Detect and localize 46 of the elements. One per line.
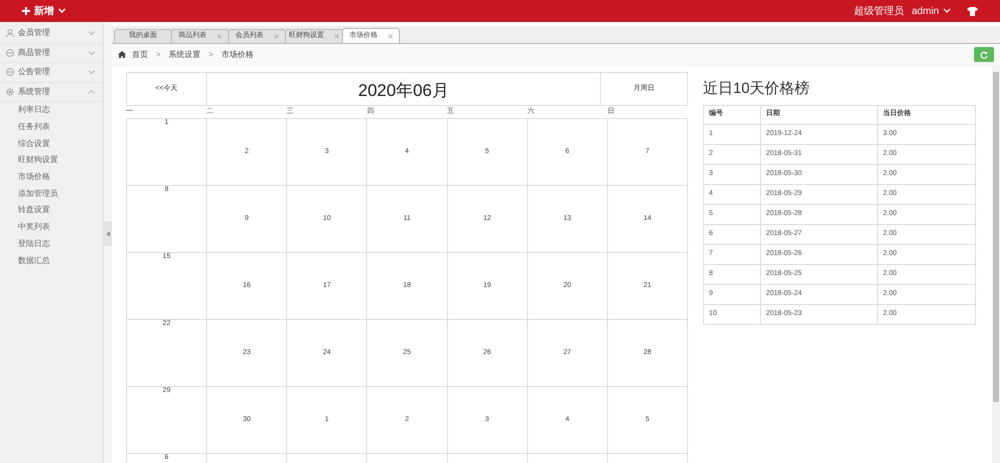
chevron-up-icon <box>88 90 95 94</box>
sidebar-submenu-item[interactable]: 转盘设置 <box>0 202 103 219</box>
sidebar-submenu-item[interactable]: 中奖列表 <box>0 218 103 236</box>
sidebar-menu-item[interactable]: 商品管理 <box>0 44 103 63</box>
sidebar-submenu-item[interactable]: 旺财狗设置 <box>0 152 103 169</box>
close-icon[interactable] <box>388 34 392 38</box>
gear-icon <box>6 88 14 96</box>
refresh-button[interactable] <box>974 47 994 62</box>
sidebar-menu-item[interactable]: 公告管理 <box>0 63 103 82</box>
sidebar-submenu-item[interactable]: 利率日志 <box>0 102 103 119</box>
user-icon <box>6 29 14 38</box>
breadcrumb-separator: > <box>155 48 162 60</box>
caret-left-icon <box>106 230 110 236</box>
add-menu-button[interactable]: 新增 <box>22 4 66 18</box>
chevron-down-icon <box>88 31 95 36</box>
close-icon[interactable] <box>216 34 222 39</box>
circle-minus-icon <box>6 68 14 76</box>
breadcrumb-link[interactable]: 市场价格 <box>221 48 254 60</box>
close-icon[interactable] <box>274 34 278 39</box>
circle-minus-icon <box>6 48 14 57</box>
sidebar-menu-item[interactable]: 会员管理 <box>0 24 103 44</box>
plus-icon <box>22 7 30 15</box>
chevron-down-icon <box>88 70 95 74</box>
sidebar-submenu-item[interactable]: 添加管理员 <box>0 185 103 202</box>
collapse-handle[interactable] <box>104 221 112 246</box>
breadcrumb-link[interactable]: 首页 <box>132 48 148 60</box>
sidebar-menu-item[interactable]: 系统管理 <box>0 82 103 102</box>
breadcrumb-separator: > <box>208 48 214 60</box>
sidebar-submenu-item[interactable]: 登陆日志 <box>0 236 103 252</box>
chevron-down-icon <box>943 8 951 14</box>
breadcrumb-link[interactable]: 系统设置 <box>168 48 201 60</box>
sidebar-submenu-item[interactable]: 数据汇总 <box>0 252 103 269</box>
refresh-icon <box>980 50 988 58</box>
scrollbar[interactable] <box>992 66 1000 463</box>
home-icon <box>118 51 126 58</box>
chevron-down-icon <box>58 8 66 14</box>
calendar-title: 2020年06月 <box>357 80 450 102</box>
ranking-title: 近日10天价格榜 <box>703 79 811 99</box>
sidebar-submenu-item[interactable]: 任务列表 <box>0 118 103 136</box>
sidebar-submenu-item[interactable]: 综合设置 <box>0 135 103 152</box>
close-icon[interactable] <box>334 34 339 39</box>
user-role: 超级管理员 <box>854 4 904 18</box>
chevron-down-icon <box>88 50 95 55</box>
sidebar-submenu-item[interactable]: 市场价格 <box>0 168 103 186</box>
user-menu-button[interactable]: admin <box>912 4 951 18</box>
shirt-icon[interactable] <box>967 6 978 16</box>
